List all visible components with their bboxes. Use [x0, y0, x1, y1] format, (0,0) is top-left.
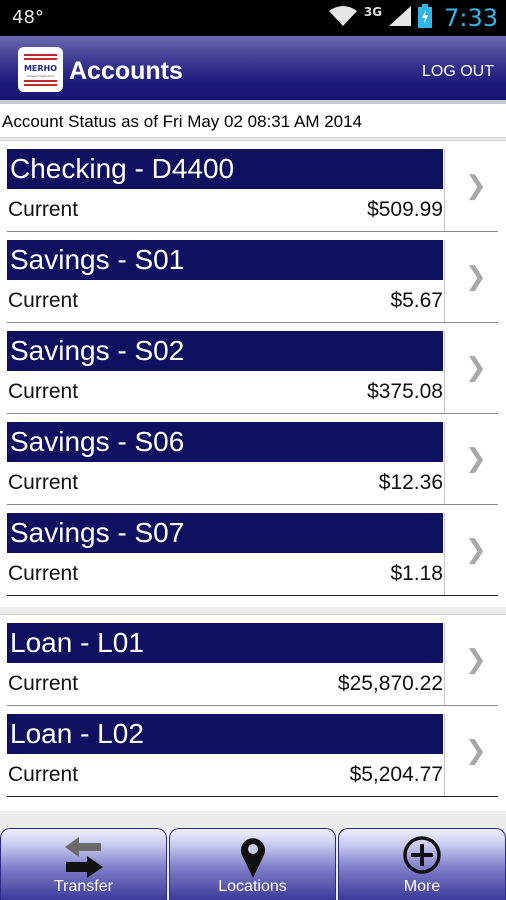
chevron-right-icon: ❯	[465, 353, 487, 383]
chevron-right-icon: ❯	[465, 262, 487, 292]
tab-more[interactable]: More	[338, 828, 506, 900]
account-name: Loan - L02	[7, 714, 443, 754]
chevron-right-icon: ❯	[465, 736, 487, 766]
balance-amount: $5,204.77	[349, 763, 443, 786]
temperature-text: 48°	[12, 7, 44, 28]
status-bar: 48° 3G 7:33	[0, 0, 506, 36]
logout-button[interactable]: LOG OUT	[422, 63, 494, 81]
account-row[interactable]: Savings - S06 Current $12.36 ❯	[0, 414, 506, 505]
account-row[interactable]: Loan - L01 Current $25,870.22 ❯	[0, 615, 506, 706]
tab-locations[interactable]: Locations	[169, 828, 336, 900]
account-row[interactable]: Savings - S07 Current $1.18 ❯	[0, 505, 506, 596]
balance-amount: $12.36	[378, 471, 443, 494]
page-title: Accounts	[69, 57, 183, 85]
balance-label: Current	[8, 672, 79, 695]
battery-icon	[418, 3, 433, 33]
account-name: Savings - S01	[7, 240, 443, 280]
balance-amount: $5.67	[390, 289, 443, 312]
chevron-right-icon: ❯	[465, 645, 487, 675]
chevron-right-icon: ❯	[465, 171, 487, 201]
account-detail-button[interactable]: ❯	[444, 141, 506, 232]
balance-label: Current	[8, 289, 79, 312]
balance-amount: $509.99	[367, 198, 443, 221]
balance-amount: $375.08	[367, 380, 443, 403]
logo-stripe	[24, 58, 57, 60]
row-divider	[7, 796, 498, 797]
status-icons: 3G 7:33	[328, 3, 498, 33]
tab-transfer[interactable]: Transfer	[0, 828, 167, 900]
account-detail-button[interactable]: ❯	[444, 505, 506, 596]
balance-amount: $1.18	[390, 562, 443, 585]
location-pin-icon	[238, 835, 268, 884]
account-name: Loan - L01	[7, 623, 443, 663]
account-detail-button[interactable]: ❯	[444, 323, 506, 414]
account-group-loans: Loan - L01 Current $25,870.22 ❯ Loan - L…	[0, 614, 506, 811]
account-row[interactable]: Checking - D4400 Current $509.99 ❯	[0, 141, 506, 232]
account-row[interactable]: Savings - S02 Current $375.08 ❯	[0, 323, 506, 414]
account-group-deposits: Checking - D4400 Current $509.99 ❯ Savin…	[0, 140, 506, 607]
account-detail-button[interactable]: ❯	[444, 232, 506, 323]
logo-stripe	[24, 80, 57, 82]
logo-subtext: Federal Credit Union	[26, 74, 55, 78]
bottom-tab-bar: Transfer Locations More	[0, 826, 506, 900]
row-divider	[7, 595, 498, 596]
app-screen: 48° 3G 7:33 MERHO Federal Credit Union A…	[0, 0, 506, 900]
logo-stripe	[24, 84, 57, 86]
wifi-icon	[328, 5, 358, 32]
tab-label: Transfer	[54, 878, 113, 895]
account-status-bar: Account Status as of Fri May 02 08:31 AM…	[0, 104, 506, 138]
balance-label: Current	[8, 562, 79, 585]
balance-label: Current	[8, 198, 79, 221]
logo-text: MERHO	[23, 64, 58, 73]
plus-circle-icon	[402, 835, 442, 880]
tab-label: Locations	[218, 878, 287, 895]
account-row[interactable]: Savings - S01 Current $5.67 ❯	[0, 232, 506, 323]
tab-label: More	[403, 878, 441, 895]
signal-icon	[388, 5, 412, 32]
account-name: Savings - S06	[7, 422, 443, 462]
account-status-text: Account Status as of Fri May 02 08:31 AM…	[2, 112, 363, 131]
balance-label: Current	[8, 763, 79, 786]
balance-amount: $25,870.22	[337, 672, 443, 695]
account-detail-button[interactable]: ❯	[444, 615, 506, 706]
account-name: Checking - D4400	[7, 149, 443, 189]
account-detail-button[interactable]: ❯	[444, 414, 506, 505]
balance-label: Current	[8, 380, 79, 403]
app-header: MERHO Federal Credit Union Accounts LOG …	[0, 36, 506, 104]
account-detail-button[interactable]: ❯	[444, 706, 506, 797]
account-row[interactable]: Loan - L02 Current $5,204.77 ❯	[0, 706, 506, 797]
balance-label: Current	[8, 471, 79, 494]
clock-text: 7:33	[444, 4, 498, 32]
account-name: Savings - S07	[7, 513, 443, 553]
logo-stripe	[24, 54, 57, 56]
transfer-arrows-icon	[63, 835, 105, 884]
chevron-right-icon: ❯	[465, 535, 487, 565]
account-name: Savings - S02	[7, 331, 443, 371]
network-type-text: 3G	[363, 5, 383, 19]
chevron-right-icon: ❯	[465, 444, 487, 474]
app-logo: MERHO Federal Credit Union	[18, 47, 63, 92]
